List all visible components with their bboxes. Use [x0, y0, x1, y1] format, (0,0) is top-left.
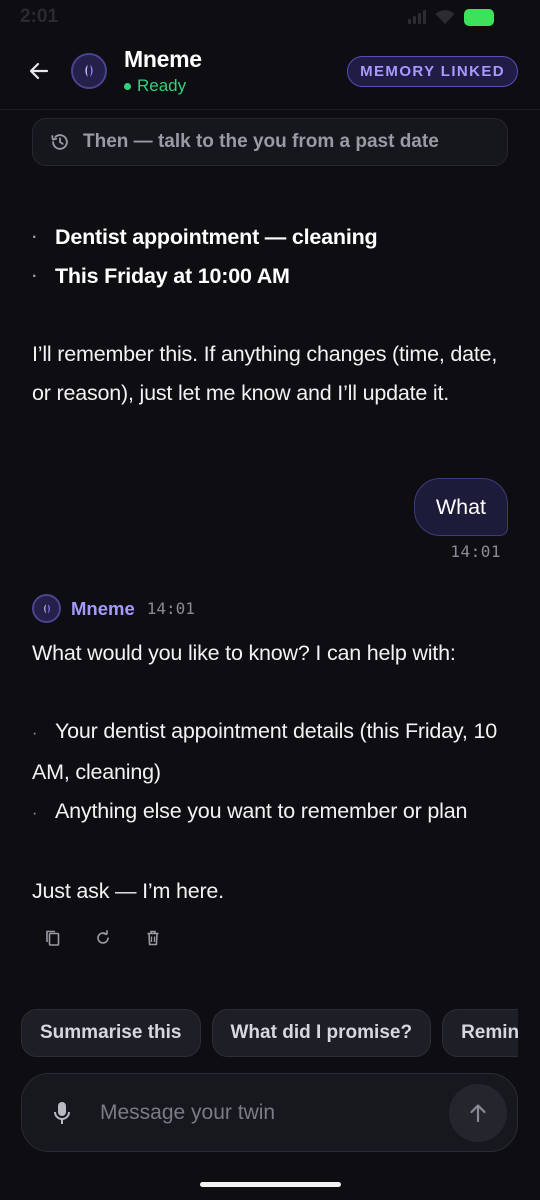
prev-message-bullets: · Dentist appointment — cleaning · This … — [32, 218, 512, 296]
bot-message-header: Mneme 14:01 — [32, 594, 195, 623]
list-item: · Anything else you want to remember or p… — [32, 792, 522, 833]
battery-icon — [464, 8, 494, 26]
microphone-icon — [54, 1102, 70, 1124]
user-message-bubble[interactable]: What — [413, 478, 508, 536]
list-item-text: This Friday at 10:00 AM — [55, 264, 290, 288]
mic-button[interactable] — [50, 1100, 74, 1126]
status-icons — [408, 8, 494, 26]
list-item: · This Friday at 10:00 AM — [32, 257, 512, 296]
bot-message-time: 14:01 — [146, 599, 195, 618]
arrow-left-icon — [29, 62, 49, 80]
bot-avatar — [32, 594, 61, 623]
ready-status: Ready — [124, 76, 186, 96]
status-time: 2:01 — [20, 6, 59, 27]
status-bar: 2:01 — [0, 0, 540, 34]
send-button[interactable] — [449, 1084, 507, 1142]
then-mode-button[interactable]: Then — talk to the you from a past date — [32, 118, 508, 166]
user-message-time: 14:01 — [450, 542, 501, 561]
suggestion-chip[interactable]: Remind me — [442, 1009, 518, 1057]
message-composer — [21, 1073, 518, 1152]
bullet-dot: · — [32, 805, 38, 822]
copy-icon — [46, 930, 60, 946]
status-dot — [124, 82, 131, 90]
back-button[interactable] — [22, 54, 56, 88]
trash-icon — [147, 930, 159, 946]
home-indicator[interactable] — [200, 1182, 341, 1187]
user-message-text: What — [435, 494, 486, 519]
suggestion-chip[interactable]: What did I promise? — [211, 1009, 432, 1057]
message-input[interactable] — [100, 1092, 440, 1134]
bullet-dot: · — [32, 228, 38, 246]
signal-icon — [408, 10, 426, 24]
delete-button[interactable] — [142, 927, 164, 949]
avatar[interactable] — [71, 53, 107, 89]
bot-closing: Just ask — I’m here. — [32, 879, 224, 903]
list-item-text: Anything else you want to remember or pl… — [55, 799, 468, 823]
list-item: · Dentist appointment — cleaning — [32, 218, 512, 257]
message-actions — [42, 927, 164, 949]
suggestion-chips: Summarise this What did I promise? Remin… — [21, 1009, 518, 1057]
mneme-logo-icon — [43, 603, 50, 614]
then-mode-label: Then — talk to the you from a past date — [83, 131, 439, 152]
bot-message-body: What would you like to know? I can help … — [32, 634, 522, 911]
chat-title: Mneme — [124, 46, 202, 72]
memory-linked-badge[interactable]: MEMORY LINKED — [347, 56, 518, 87]
status-label: Ready — [137, 76, 187, 95]
chat-header: Mneme Ready MEMORY LINKED — [0, 34, 540, 110]
suggestion-chip[interactable]: Summarise this — [21, 1009, 201, 1057]
mneme-logo-icon — [85, 65, 93, 77]
arrow-up-icon — [470, 1104, 486, 1123]
history-icon — [51, 134, 68, 150]
bot-name: Mneme — [71, 597, 135, 619]
bullet-dot: · — [32, 725, 38, 742]
list-item: · Your dentist appointment details (this … — [32, 712, 522, 792]
refresh-icon — [97, 930, 109, 944]
regenerate-button[interactable] — [92, 927, 114, 949]
prev-message-paragraph: I’ll remember this. If anything changes … — [32, 342, 498, 405]
wifi-icon — [435, 10, 455, 24]
bullet-dot: · — [32, 267, 38, 285]
bot-intro: What would you like to know? I can help … — [32, 641, 456, 665]
list-item-text: Your dentist appointment details (this F… — [32, 719, 497, 784]
list-item-text: Dentist appointment — cleaning — [55, 225, 378, 249]
copy-button[interactable] — [42, 927, 64, 949]
